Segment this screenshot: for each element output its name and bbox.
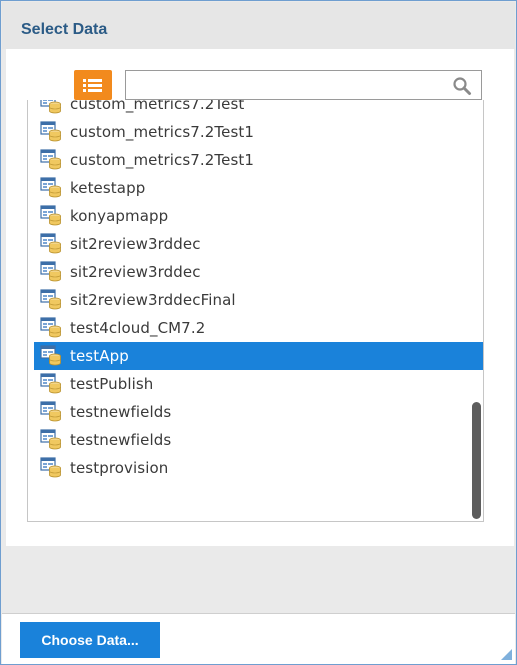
list-item-label: custom_metrics7.2Test (70, 100, 245, 113)
search-input[interactable] (126, 71, 446, 99)
choose-data-button[interactable]: Choose Data... (20, 622, 160, 658)
list-item-label: sit2review3rddec (70, 263, 201, 281)
list-item[interactable]: custom_metrics7.2Test1 (28, 146, 483, 174)
app-database-icon (40, 177, 61, 198)
list-item[interactable]: testPublish (28, 370, 483, 398)
list-item-label: sit2review3rddec (70, 235, 201, 253)
list-item-label: konyapmapp (70, 207, 169, 225)
app-database-icon (40, 205, 61, 226)
app-database-icon (40, 149, 61, 170)
list-item[interactable]: sit2review3rddec (28, 258, 483, 286)
app-database-icon (40, 233, 61, 254)
select-data-dialog: Select Data custom_metrics7.2Test custom_… (0, 0, 517, 665)
search-icon[interactable] (452, 76, 472, 96)
list-item-label: testApp (70, 347, 129, 365)
app-database-icon (40, 373, 61, 394)
list-item[interactable]: testnewfields (28, 426, 483, 454)
list-item[interactable]: testnewfields (28, 398, 483, 426)
list-item-label: custom_metrics7.2Test1 (70, 151, 254, 169)
list-item[interactable]: sit2review3rddec (28, 230, 483, 258)
list-item[interactable]: custom_metrics7.2Test1 (28, 118, 483, 146)
list-scrollbar[interactable] (472, 402, 481, 519)
app-database-icon (40, 121, 61, 142)
list-item-label: ketestapp (70, 179, 146, 197)
list-icon (83, 78, 102, 93)
app-database-icon (40, 401, 61, 422)
list-item[interactable]: ketestapp (28, 174, 483, 202)
list-item[interactable]: test4cloud_CM7.2 (28, 314, 483, 342)
list-item-label: testPublish (70, 375, 154, 393)
list-item-label: testnewfields (70, 431, 172, 449)
dialog-title: Select Data (21, 21, 108, 38)
list-item-label: testnewfields (70, 403, 172, 421)
list-item-label: test4cloud_CM7.2 (70, 319, 206, 337)
list-item[interactable]: custom_metrics7.2Test (28, 100, 483, 118)
list-view-button[interactable] (74, 70, 112, 100)
app-database-icon (40, 429, 61, 450)
app-database-icon (40, 261, 61, 282)
dialog-title-bar: Select Data (2, 2, 515, 49)
data-list-panel: custom_metrics7.2Test custom_metrics7.2Te… (27, 100, 484, 522)
app-database-icon (40, 457, 61, 478)
list-item[interactable]: konyapmapp (28, 202, 483, 230)
list-item[interactable]: testprovision (28, 454, 483, 482)
app-database-icon (40, 100, 61, 114)
app-database-icon (40, 345, 61, 366)
search-field[interactable] (125, 70, 482, 100)
app-database-icon (40, 317, 61, 338)
list-item-label: testprovision (70, 459, 169, 477)
list-item[interactable]: testApp (34, 342, 483, 370)
app-database-icon (40, 289, 61, 310)
data-list: custom_metrics7.2Test custom_metrics7.2Te… (28, 100, 483, 482)
list-item-label: sit2review3rddecFinal (70, 291, 236, 309)
list-item[interactable]: sit2review3rddecFinal (28, 286, 483, 314)
resize-grip-icon[interactable] (501, 649, 512, 660)
list-item-label: custom_metrics7.2Test1 (70, 123, 254, 141)
